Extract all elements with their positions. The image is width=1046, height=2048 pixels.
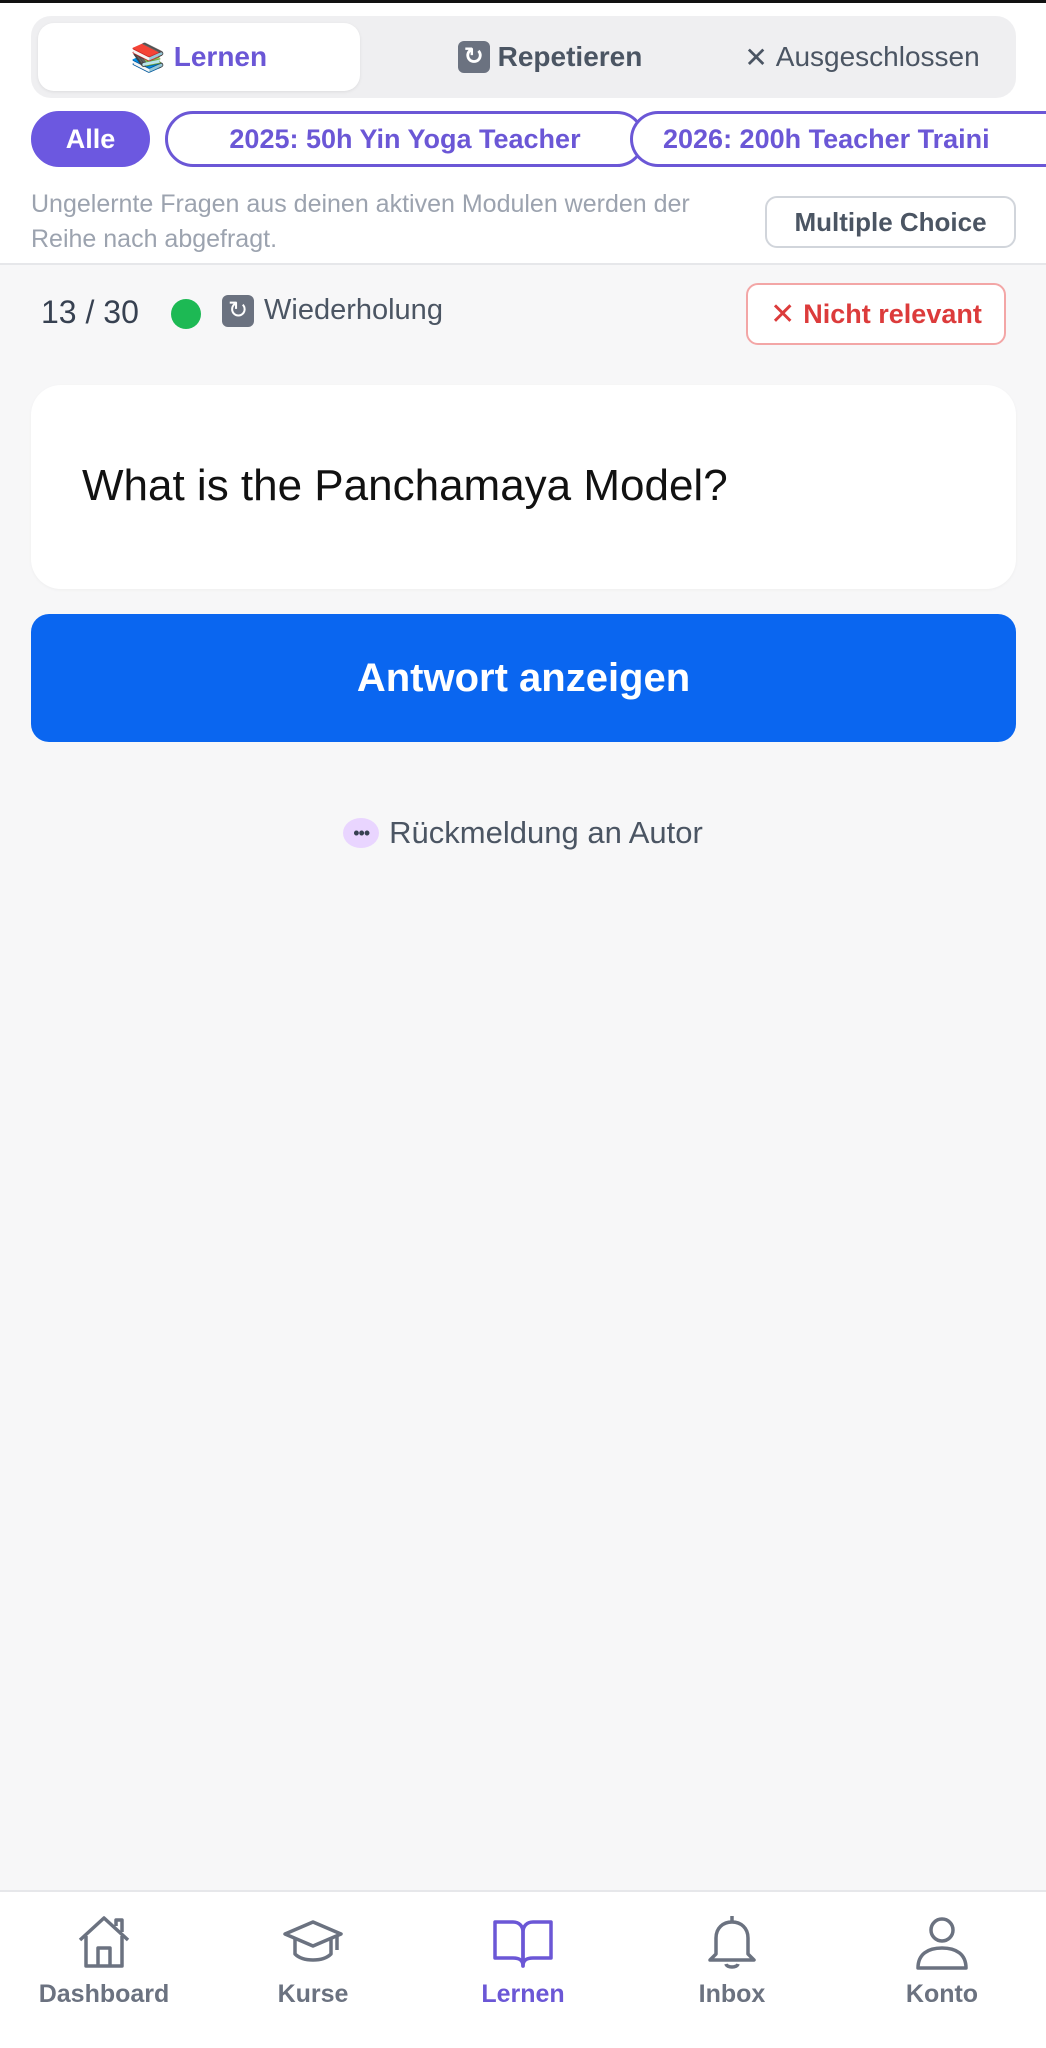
question-counter: 13 / 30 [41, 294, 139, 330]
tab-lernen-label: Lernen [173, 41, 268, 72]
nav-inbox-label: Inbox [698, 1980, 766, 2008]
nav-dashboard-label: Dashboard [38, 1980, 170, 2008]
filter-chip-teacher-training[interactable]: 2026: 200h Teacher Traini [630, 111, 1046, 167]
question-card: What is the Panchamaya Model? [31, 385, 1016, 589]
tab-ausgeschlossen[interactable]: ✕ Ausgeschlossen [701, 23, 1023, 91]
show-answer-button[interactable]: Antwort anzeigen [31, 614, 1016, 742]
feedback-link[interactable]: ••• Rückmeldung an Autor [0, 815, 1046, 851]
tab-lernen[interactable]: 📚 Lernen [38, 23, 360, 91]
tab-ausgeschlossen-label: Ausgeschlossen [775, 41, 980, 72]
not-relevant-button[interactable]: ✕ Nicht relevant [746, 283, 1006, 345]
nav-kurse[interactable]: Kurse [233, 1910, 393, 2009]
bottom-nav: Dashboard Kurse Lernen Inbox Konto [0, 1890, 1046, 2048]
tab-repetieren[interactable]: ↻ Repetieren [389, 23, 711, 91]
multiple-choice-button[interactable]: Multiple Choice [765, 196, 1016, 248]
hint-text: Ungelernte Fragen aus deinen aktiven Mod… [31, 190, 690, 253]
close-icon: ✕ [744, 41, 768, 73]
nav-inbox[interactable]: Inbox [652, 1910, 812, 2009]
repeat-icon: ↻ [457, 41, 490, 73]
status-dot [171, 299, 201, 329]
filter-chip-yin-yoga[interactable]: 2025: 50h Yin Yoga Teacher [165, 111, 645, 167]
graduation-cap-icon [283, 1920, 343, 1962]
repeat-icon: ↻ [222, 294, 254, 327]
nav-konto-label: Konto [905, 1980, 979, 2008]
question-text: What is the Panchamaya Model? [82, 461, 728, 510]
filter-chip-alle[interactable]: Alle [31, 111, 150, 167]
nav-kurse-label: Kurse [277, 1980, 349, 2008]
feedback-label: Rückmeldung an Autor [389, 815, 703, 850]
nav-lernen[interactable]: Lernen [443, 1910, 603, 2009]
user-icon [916, 1917, 968, 1970]
speech-bubble-icon: ••• [343, 818, 380, 848]
close-icon: ✕ [770, 297, 796, 331]
module-filter-chips: Alle 2025: 50h Yin Yoga Teacher 2026: 20… [31, 111, 1046, 171]
nav-lernen-label: Lernen [481, 1980, 565, 2008]
header: 📚 Lernen ↻ Repetieren ✕ Ausgeschlossen A… [0, 3, 1046, 265]
mode-tabs: 📚 Lernen ↻ Repetieren ✕ Ausgeschlossen [31, 16, 1016, 98]
books-icon: 📚 [130, 41, 166, 73]
review-status: ↻ Wiederholung [222, 294, 443, 327]
not-relevant-label: Nicht relevant [803, 298, 982, 329]
tab-repetieren-label: Repetieren [497, 41, 643, 72]
review-status-label: Wiederholung [264, 294, 443, 326]
bell-icon [708, 1916, 756, 1969]
nav-konto[interactable]: Konto [862, 1910, 1022, 2009]
home-icon [78, 1916, 130, 1968]
nav-dashboard[interactable]: Dashboard [24, 1910, 184, 2009]
book-icon [493, 1920, 553, 1968]
